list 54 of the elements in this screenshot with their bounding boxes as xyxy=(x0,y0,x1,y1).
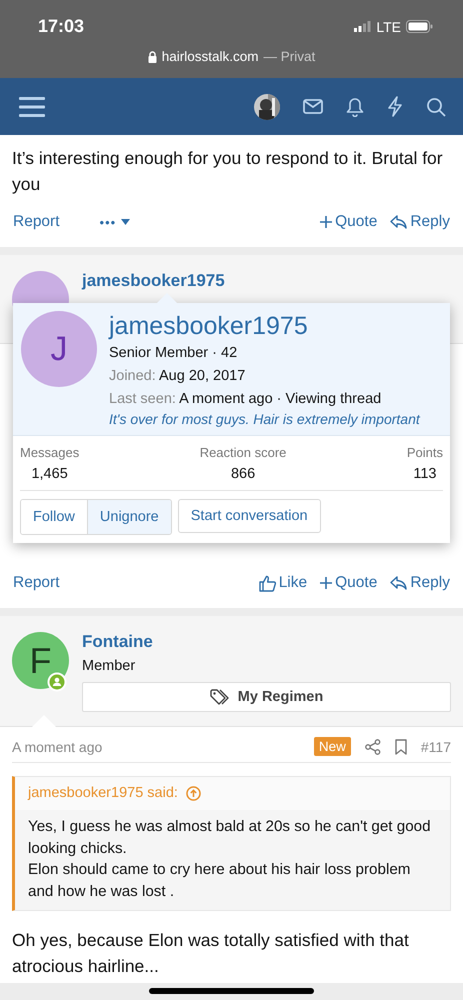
search-icon[interactable] xyxy=(426,96,446,116)
regimen-button[interactable]: My Regimen xyxy=(82,682,451,712)
user-avatar[interactable]: F xyxy=(12,632,69,689)
url-text[interactable]: hairlosstalk.com xyxy=(162,49,258,64)
bell-icon[interactable] xyxy=(346,96,364,116)
clock-time: 17:03 xyxy=(38,16,84,37)
profile-button[interactable]: Start conversation xyxy=(178,499,321,533)
reply-icon xyxy=(390,576,408,590)
stat-label: Reaction score xyxy=(200,445,286,460)
username-link[interactable]: jamesbooker1975 xyxy=(82,271,451,291)
signal-icon xyxy=(354,21,372,32)
reply-link[interactable]: Reply xyxy=(390,213,450,231)
lock-icon xyxy=(148,50,157,62)
quote-link[interactable]: Quote xyxy=(320,574,378,592)
mail-icon[interactable] xyxy=(303,99,323,114)
profile-button[interactable]: Unignore xyxy=(86,500,171,534)
reply-link[interactable]: Reply xyxy=(390,574,450,592)
lightning-icon[interactable] xyxy=(387,96,403,117)
menu-icon[interactable] xyxy=(19,96,45,118)
user-title: Member xyxy=(82,658,136,674)
username-link[interactable]: Fontaine xyxy=(82,632,451,652)
thread-link[interactable]: It's over for most guys. Hair is extremely important xyxy=(109,411,420,427)
joined-text: Joined: Aug 20, 2017 xyxy=(109,368,246,384)
stat-label: Points xyxy=(406,445,443,460)
stat-value: 1,465 xyxy=(31,466,68,482)
post-time[interactable]: A moment ago xyxy=(12,738,300,754)
post-number[interactable]: #117 xyxy=(420,738,451,754)
thumbs-up-icon xyxy=(258,574,276,592)
user-avatar[interactable]: J xyxy=(21,311,97,387)
quote-text: Yes, I guess he was almost bald at 20s so he can't get good looking chicks. xyxy=(28,817,432,858)
like-link[interactable]: Like xyxy=(258,574,308,592)
battery-icon xyxy=(406,20,433,33)
share-icon[interactable] xyxy=(364,738,381,754)
bookmark-icon[interactable] xyxy=(394,738,407,754)
reply-icon xyxy=(390,215,408,229)
report-link[interactable]: Report xyxy=(13,574,60,592)
private-label: — Privat xyxy=(264,49,316,64)
more-menu[interactable]: ••• xyxy=(100,214,130,230)
quote-text: Elon should came to cry here about his hair loss problem and how he was lost . xyxy=(28,860,412,902)
plus-icon xyxy=(320,216,332,228)
network-label: LTE xyxy=(376,18,401,34)
username-link[interactable]: jamesbooker1975 xyxy=(109,311,420,341)
post-text: It’s interesting enough for you to respond to it. Brutal for you xyxy=(11,147,444,196)
caret-icon xyxy=(121,219,130,225)
user-title: Senior Member · 42 xyxy=(109,345,238,361)
quote-link[interactable]: Quote xyxy=(320,213,378,231)
plus-icon xyxy=(320,577,332,589)
new-badge: New xyxy=(314,737,351,756)
stat-value: 866 xyxy=(230,466,256,482)
stat-value: 113 xyxy=(413,466,436,482)
post-text: Oh yes, because Elon was totally satisfied with that atrocious hairline... xyxy=(11,929,410,978)
report-link[interactable]: Report xyxy=(13,213,60,231)
last-seen-text: Last seen: A moment ago · Viewing thread xyxy=(109,391,382,407)
stat-label: Messages xyxy=(20,445,80,460)
